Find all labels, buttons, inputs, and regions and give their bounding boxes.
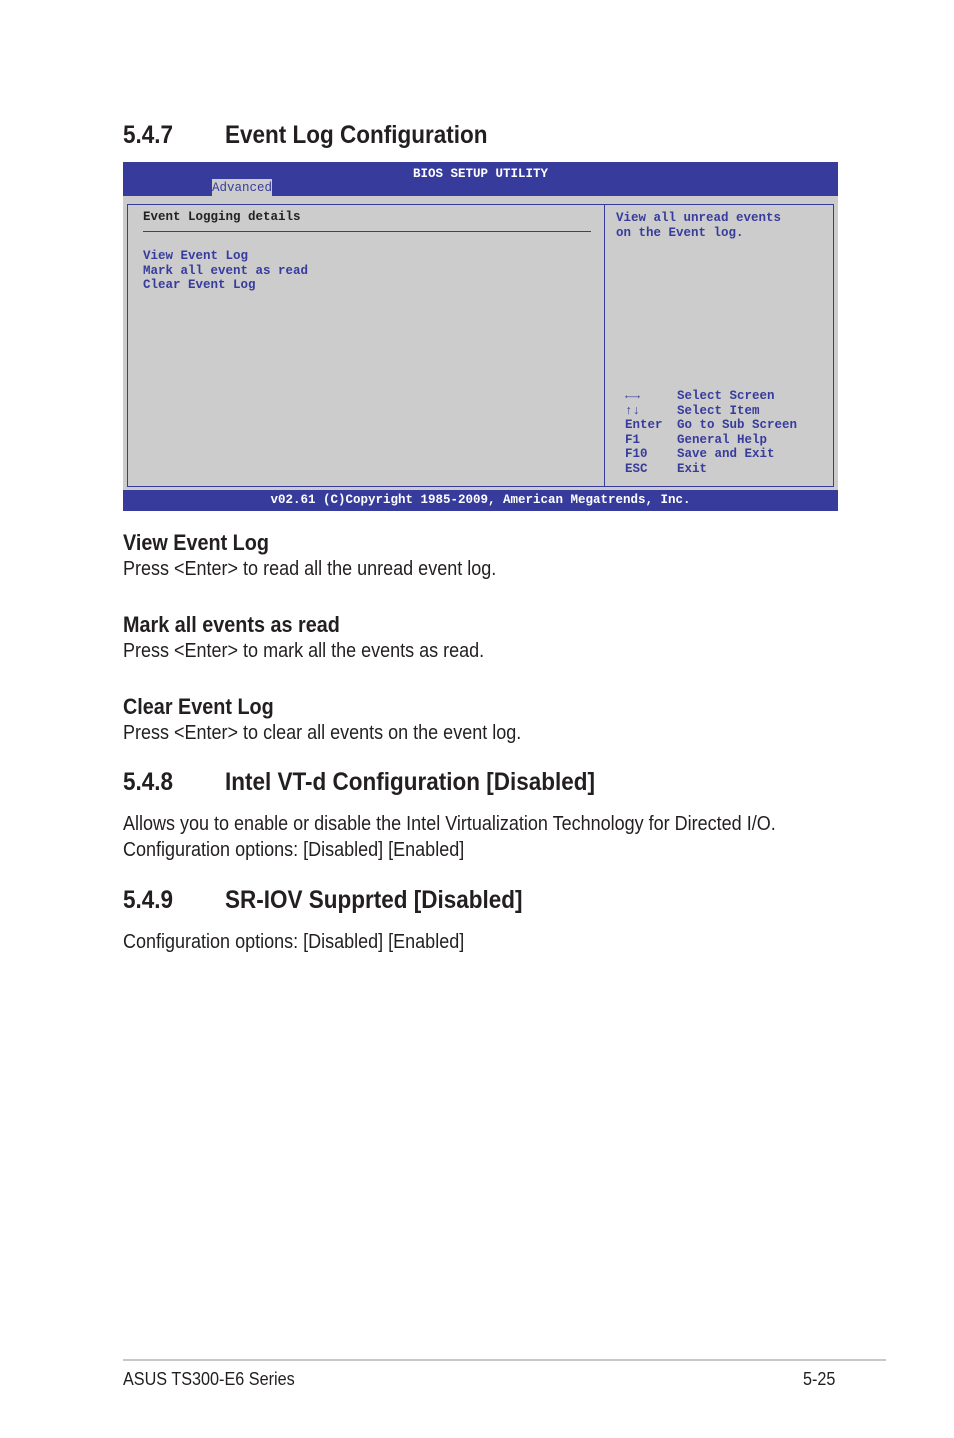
panel-divider	[604, 205, 605, 486]
footer-rule	[123, 1359, 886, 1361]
footer-page-number: 5-25	[803, 1369, 836, 1389]
footer-product: ASUS TS300-E6 Series	[123, 1369, 295, 1389]
section-548-number: 5.4.8	[123, 768, 174, 796]
key-label: ESC	[625, 461, 648, 476]
bios-footer: v02.61 (C)Copyright 1985-2009, American …	[123, 490, 838, 511]
section-548-title: Intel VT-d Configuration [Disabled]	[225, 768, 595, 796]
section-547-title: Event Log Configuration	[225, 121, 488, 149]
section-549-number: 5.4.9	[123, 886, 174, 914]
key-row: F10 Save and Exit	[625, 447, 797, 462]
key-action: Select Screen	[677, 389, 775, 403]
help-text-line-2: on the Event log.	[616, 226, 744, 240]
item-desc-mark-all-read: Press <Enter> to mark all the events as …	[123, 640, 485, 662]
menu-item-view-event-log[interactable]: View Event Log	[143, 249, 248, 263]
section-548-text-1: Allows you to enable or disable the Inte…	[123, 813, 776, 835]
section-547-number: 5.4.7	[123, 121, 174, 149]
section-549-title: SR-IOV Supprted [Disabled]	[225, 886, 523, 914]
key-row: F1 General Help	[625, 433, 797, 448]
key-row: ESC Exit	[625, 462, 797, 477]
panel-heading: Event Logging details	[143, 210, 301, 224]
key-action: Select Item	[677, 403, 760, 418]
key-action: Exit	[677, 461, 708, 476]
section-549-text: Configuration options: [Disabled] [Enabl…	[123, 931, 465, 953]
item-desc-clear-event-log: Press <Enter> to clear all events on the…	[123, 722, 522, 744]
section-548-text-2: Configuration options: [Disabled] [Enabl…	[123, 839, 465, 861]
key-action: Save and Exit	[677, 447, 775, 461]
item-desc-view-event-log: Press <Enter> to read all the unread eve…	[123, 558, 497, 580]
item-title-clear-event-log: Clear Event Log	[123, 694, 274, 719]
menu-item-mark-all-read[interactable]: Mark all event as read	[143, 264, 308, 278]
key-label: F10	[625, 447, 648, 461]
help-text-line-1: View all unread events	[616, 211, 782, 225]
key-label: Enter	[625, 418, 663, 432]
key-action: Go to Sub Screen	[677, 418, 798, 432]
manual-page: 5.4.7 Event Log Configuration BIOS SETUP…	[0, 0, 954, 1438]
item-title-view-event-log: View Event Log	[123, 530, 269, 555]
menu-item-clear-event-log[interactable]: Clear Event Log	[143, 278, 256, 292]
key-action: General Help	[677, 432, 768, 447]
bios-header: BIOS SETUP UTILITY Advanced	[123, 162, 838, 196]
heading-divider	[143, 231, 591, 232]
key-label: ↑↓	[625, 403, 641, 418]
item-title-mark-all-read: Mark all events as read	[123, 612, 340, 637]
key-row: ←→ Select Screen	[625, 389, 797, 404]
key-row: ↑↓ Select Item	[625, 404, 797, 419]
key-label: ←→	[625, 389, 641, 403]
key-row: Enter Go to Sub Screen	[625, 418, 797, 433]
bios-frame: Event Logging details View Event Log Mar…	[127, 204, 834, 487]
tab-advanced[interactable]: Advanced	[212, 179, 273, 196]
bios-screenshot: BIOS SETUP UTILITY Advanced Event Loggin…	[123, 162, 838, 511]
key-label: F1	[625, 432, 641, 447]
key-legend: ←→ Select Screen ↑↓ Select Item Enter Go to…	[625, 389, 797, 476]
